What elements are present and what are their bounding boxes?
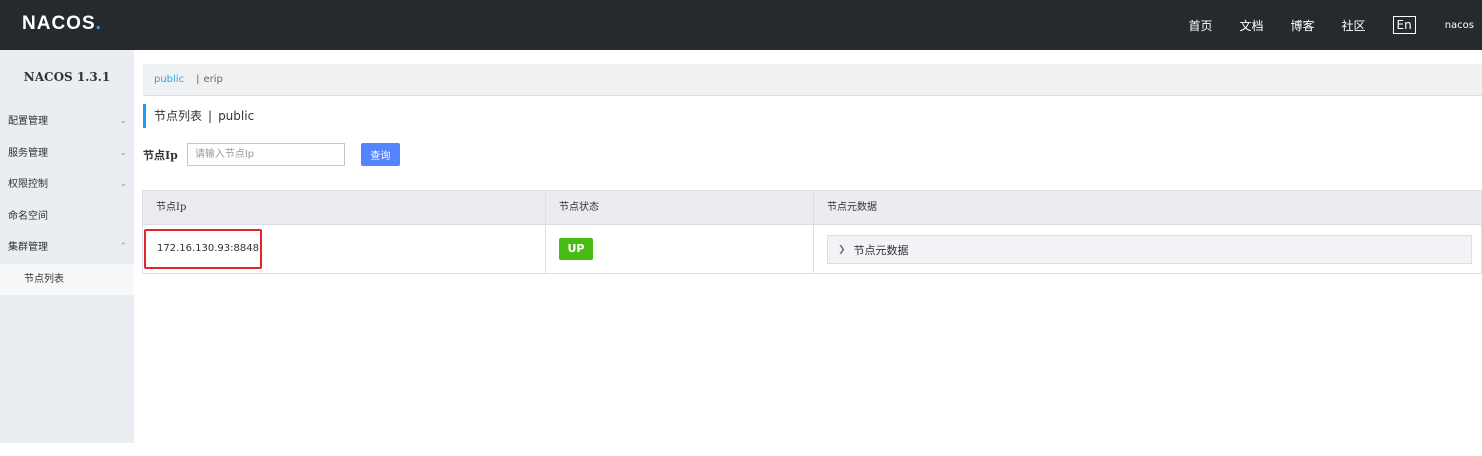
sidebar: NACOS 1.3.1 配置管理 ⌄ 服务管理 ⌄ 权限控制 ⌄ 命名空间 集群… [0,50,134,443]
sidebar-item-label: 服务管理 [8,147,48,159]
cell-node-status: UP [545,225,813,273]
breadcrumb-public[interactable]: public [154,74,184,85]
node-ip-label: 节点Ip [143,148,178,162]
chevron-down-icon: ⌄ [119,179,127,189]
chevron-down-icon: ⌄ [119,116,127,126]
logo-text: NACOS [22,13,96,34]
nacos-logo[interactable]: NACOS. [22,13,102,35]
breadcrumb-separator: | [196,74,200,85]
sidebar-item-service-management[interactable]: 服务管理 ⌄ [0,138,134,170]
sidebar-item-cluster-management[interactable]: 集群管理 ⌃ [0,232,134,264]
table-row: 172.16.130.93:8848 UP ❯ 节点元数据 [142,225,1482,274]
column-header-node-status: 节点状态 [545,191,813,225]
sidebar-item-label: 集群管理 [8,242,48,253]
node-ip-search-input[interactable] [186,143,345,166]
cell-node-ip: 172.16.130.93:8848 [142,225,545,273]
chevron-right-icon: ❯ [838,244,846,255]
table-header: 节点Ip 节点状态 节点元数据 [142,191,1482,225]
node-table: 节点Ip 节点状态 节点元数据 172.16.130.93:8848 UP ❯ … [142,190,1482,274]
top-nav: NACOS. 首页 文档 博客 社区 En nacos [0,0,1482,50]
nav-link-home[interactable]: 首页 [1188,17,1212,34]
status-badge: UP [559,238,593,260]
sidebar-item-config-management[interactable]: 配置管理 ⌄ [0,106,134,138]
sidebar-title: NACOS 1.3.1 [23,70,111,84]
chevron-down-icon: ⌄ [119,147,127,158]
sidebar-item-label: 权限控制 [8,179,48,190]
sidebar-subitem-node-list[interactable]: 节点列表 [0,263,134,295]
breadcrumb-erip[interactable]: erip [203,74,222,85]
column-header-node-metadata: 节点元数据 [813,191,1482,225]
cell-node-metadata: ❯ 节点元数据 [813,225,1482,273]
nav-link-blog[interactable]: 博客 [1290,17,1314,34]
page-title: 节点列表 | public [143,104,254,128]
chevron-up-icon: ⌃ [119,242,127,252]
sidebar-item-namespace[interactable]: 命名空间 [0,201,134,233]
metadata-collapse-panel[interactable]: ❯ 节点元数据 [827,235,1472,264]
language-toggle-button[interactable]: En [1392,16,1416,34]
page-title-namespace: public [218,109,255,123]
node-ip-value: 172.16.130.93:8848 [144,229,262,269]
nav-links: 首页 文档 博客 社区 En nacos [1188,0,1482,50]
nav-link-docs[interactable]: 文档 [1239,17,1263,34]
sidebar-item-label: 配置管理 [8,116,48,127]
nav-link-community[interactable]: 社区 [1342,17,1366,34]
sidebar-item-label: 命名空间 [8,210,48,222]
user-name[interactable]: nacos [1445,20,1474,31]
query-button[interactable]: 查询 [360,143,400,166]
logo-dot: . [95,13,102,34]
column-header-node-ip: 节点Ip [142,191,545,225]
search-bar: 节点Ip 查询 [143,143,400,166]
page-title-separator: | [208,109,213,123]
metadata-label: 节点元数据 [853,243,909,257]
breadcrumb: public | erip [143,64,1482,96]
sidebar-item-access-control[interactable]: 权限控制 ⌄ [0,169,134,201]
page-title-text: 节点列表 [154,109,203,123]
